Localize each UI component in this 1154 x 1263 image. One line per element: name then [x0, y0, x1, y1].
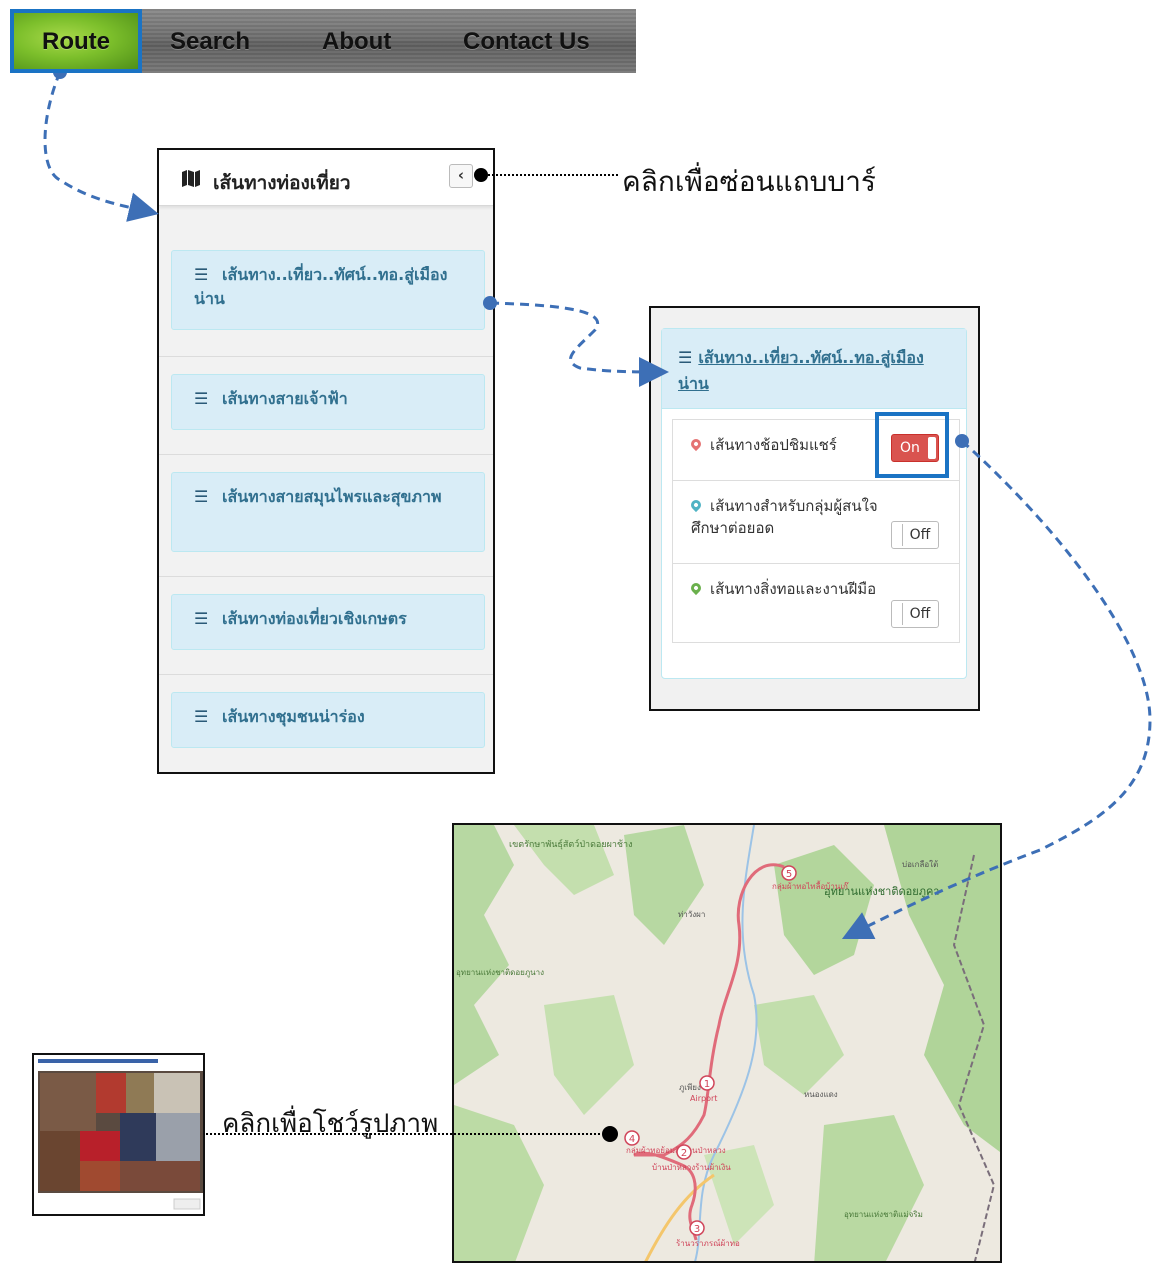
svg-text:2: 2 — [681, 1148, 687, 1159]
divider — [159, 576, 493, 577]
map-pin-icon — [688, 436, 704, 452]
route-map[interactable]: เขตรักษาพันธุ์สัตว์ป่าดอยผาช้าง อุทยานแห… — [452, 823, 1002, 1263]
toggle-label: เส้นทางสำหรับกลุ่มผู้สนใจศึกษาต่อยอด — [688, 495, 901, 539]
svg-text:3: 3 — [694, 1224, 700, 1235]
svg-text:1: 1 — [704, 1079, 710, 1090]
photo-thumbnail[interactable] — [32, 1053, 205, 1216]
toggle-label: เส้นทางสิ่งทอและงานฝีมือ — [688, 578, 876, 600]
map-pin-icon — [688, 497, 704, 513]
route-detail-title: เส้นทาง..เที่ยว..ทัศน์..ทอ.สู่เมืองน่าน — [678, 348, 924, 393]
toggle-label: เส้นทางช้อปชิมแชร์ — [688, 434, 837, 456]
svg-text:กลุ่มผ้าทอย้อมสี บ้านป่าหลวง: กลุ่มผ้าทอย้อมสี บ้านป่าหลวง — [626, 1146, 726, 1155]
svg-text:4: 4 — [629, 1134, 635, 1145]
annotation-show-photo: คลิกเพื่อโชว์รูปภาพ — [222, 1109, 439, 1139]
route-sidebar: เส้นทางท่องเที่ยว ‹ ☰ เส้นทาง..เที่ยว..ทั… — [157, 148, 495, 774]
connector-arrow — [43, 71, 159, 222]
route-card-label: เส้นทางสายสมุนไพรและสุขภาพ — [222, 487, 442, 506]
list-icon: ☰ — [678, 348, 693, 367]
sidebar-header: เส้นทางท่องเที่ยว ‹ — [159, 150, 493, 206]
collapse-sidebar-button[interactable]: ‹ — [449, 164, 473, 188]
svg-text:Airport: Airport — [690, 1094, 717, 1103]
map-icon — [181, 168, 201, 193]
nav-about-tab[interactable]: About — [322, 9, 391, 73]
route-card-chaofa[interactable]: ☰ เส้นทางสายเจ้าฟ้า — [171, 374, 485, 430]
route-detail-panel: ☰ เส้นทาง..เที่ยว..ทัศน์..ทอ.สู่เมืองน่าน… — [649, 306, 980, 711]
nav-route-tab[interactable]: Route — [10, 9, 142, 73]
divider — [159, 674, 493, 675]
svg-text:บ้านป่าหลวงร้านผ้าเงิน: บ้านป่าหลวงร้านผ้าเงิน — [652, 1163, 731, 1172]
divider — [159, 454, 493, 455]
connector-arrow — [489, 301, 669, 387]
place-label: ท่าวังผา — [678, 910, 705, 919]
annotation-hide-sidebar: คลิกเพื่อซ่อนแถบบาร์ — [622, 165, 876, 198]
place-label: อุทยานแห่งชาติดอยภูนาง — [456, 968, 544, 978]
list-icon: ☰ — [194, 265, 209, 284]
map-canvas: เขตรักษาพันธุ์สัตว์ป่าดอยผาช้าง อุทยานแห… — [454, 825, 1000, 1261]
route-card-agro[interactable]: ☰ เส้นทางท่องเที่ยวเชิงเกษตร — [171, 594, 485, 650]
route-card-label: เส้นทางชุมชนน่าร่อง — [222, 707, 365, 726]
place-label: บ่อเกลือใต้ — [902, 860, 938, 869]
route-card-herbal[interactable]: ☰ เส้นทางสายสมุนไพรและสุขภาพ — [171, 472, 485, 552]
place-label: อุทยานแห่งชาติแม่จริม — [844, 1210, 923, 1219]
route-card-community[interactable]: ☰ เส้นทางชุมชนน่าร่อง — [171, 692, 485, 748]
route-detail-card: ☰ เส้นทาง..เที่ยว..ทัศน์..ทอ.สู่เมืองน่าน… — [661, 328, 967, 679]
toggle-switch-study[interactable]: Off — [891, 521, 939, 549]
place-label: เขตรักษาพันธุ์สัตว์ป่าดอยผาช้าง — [509, 838, 633, 850]
svg-text:กลุ่มผ้าทอไทลื้อบ้านเก๊: กลุ่มผ้าทอไทลื้อบ้านเก๊ — [772, 880, 849, 891]
nav-contact-tab[interactable]: Contact Us — [463, 9, 590, 73]
place-label: ภูเพียง — [679, 1083, 701, 1093]
toggle-switch-textile[interactable]: Off — [891, 600, 939, 628]
sidebar-title: เส้นทางท่องเที่ยว — [213, 172, 351, 194]
photo-collage-image — [34, 1055, 203, 1214]
list-icon: ☰ — [194, 609, 209, 628]
route-card-label: เส้นทางท่องเที่ยวเชิงเกษตร — [222, 609, 407, 628]
route-card-label: เส้นทาง..เที่ยว..ทัศน์..ทอ.สู่เมืองน่าน — [194, 265, 448, 308]
highlight-box — [875, 412, 949, 478]
route-card-textile[interactable]: ☰ เส้นทาง..เที่ยว..ทัศน์..ทอ.สู่เมืองน่าน — [171, 250, 485, 330]
toggle-row-study: เส้นทางสำหรับกลุ่มผู้สนใจศึกษาต่อยอด Off — [672, 480, 960, 564]
svg-text:5: 5 — [786, 869, 792, 880]
route-card-label: เส้นทางสายเจ้าฟ้า — [222, 389, 348, 408]
top-navbar: Route Search About Contact Us — [10, 9, 636, 73]
divider — [159, 356, 493, 357]
nav-search-tab[interactable]: Search — [170, 9, 250, 73]
place-label: หนองแดง — [804, 1090, 838, 1099]
list-icon: ☰ — [194, 707, 209, 726]
toggle-row-textile: เส้นทางสิ่งทอและงานฝีมือ Off — [672, 563, 960, 643]
svg-text:ร้านวราภรณ์ผ้าทอ: ร้านวราภรณ์ผ้าทอ — [676, 1238, 740, 1248]
chevron-left-icon: ‹ — [457, 166, 465, 184]
route-detail-header[interactable]: ☰ เส้นทาง..เที่ยว..ทัศน์..ทอ.สู่เมืองน่าน — [662, 329, 966, 409]
map-pin-icon — [688, 580, 704, 596]
list-icon: ☰ — [194, 487, 209, 506]
list-icon: ☰ — [194, 389, 209, 408]
